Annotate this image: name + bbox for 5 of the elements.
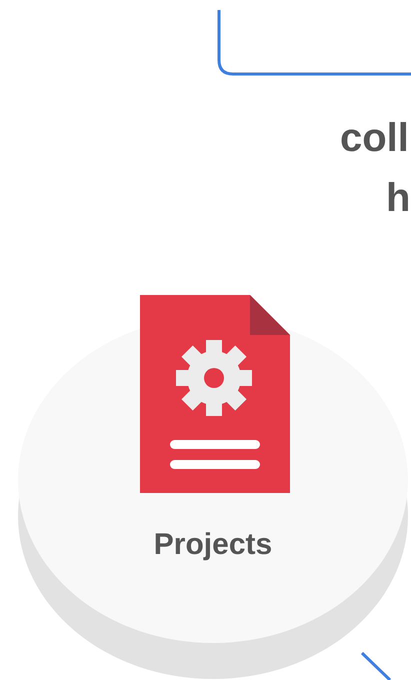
heading-text: coll (340, 116, 409, 160)
heading-text: h (386, 176, 410, 220)
node-label: Projects (152, 528, 274, 562)
document-gear-icon (140, 295, 290, 493)
connector-line (360, 652, 392, 680)
